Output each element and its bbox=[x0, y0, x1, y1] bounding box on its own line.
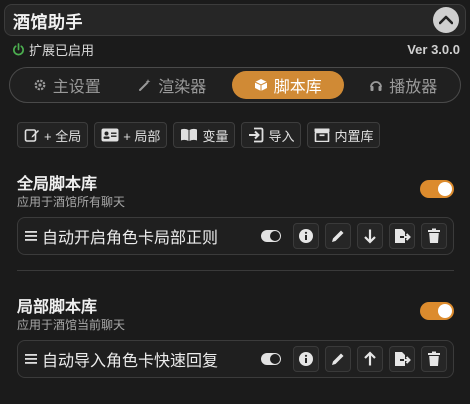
script-info-button[interactable] bbox=[293, 223, 319, 249]
cube-icon bbox=[254, 79, 267, 91]
id-card-icon bbox=[101, 128, 119, 142]
tab-bar: 主设置 渲染器 脚本库 播放器 bbox=[9, 67, 461, 103]
global-section-title: 全局脚本库 bbox=[17, 176, 98, 193]
script-move-up-button[interactable] bbox=[357, 346, 383, 372]
info-icon bbox=[299, 352, 313, 366]
script-edit-button[interactable] bbox=[325, 346, 351, 372]
script-enable-toggle[interactable] bbox=[261, 353, 281, 365]
script-move-down-button[interactable] bbox=[357, 223, 383, 249]
script-enable-toggle[interactable] bbox=[261, 230, 281, 242]
info-icon bbox=[299, 229, 313, 243]
arrow-up-icon bbox=[364, 351, 376, 366]
version-label: Ver 3.0.0 bbox=[407, 41, 460, 57]
script-edit-button[interactable] bbox=[325, 223, 351, 249]
export-file-icon bbox=[395, 229, 411, 243]
global-library-toggle[interactable] bbox=[420, 180, 454, 198]
script-export-button[interactable] bbox=[389, 346, 415, 372]
headphones-icon bbox=[370, 81, 383, 91]
script-delete-button[interactable] bbox=[421, 346, 447, 372]
variables-button[interactable]: 变量 bbox=[173, 122, 236, 148]
import-button[interactable]: 导入 bbox=[241, 122, 302, 148]
script-toolbar: + 全局 + 局部 变量 导入 内置库 bbox=[17, 122, 381, 148]
status-row: 扩展已启用 Ver 3.0.0 bbox=[12, 40, 460, 58]
book-icon bbox=[181, 128, 198, 141]
local-library-toggle[interactable] bbox=[420, 302, 454, 320]
local-section-title: 局部脚本库 bbox=[17, 299, 98, 316]
extension-header: 酒馆助手 bbox=[4, 4, 466, 36]
tab-main-settings[interactable]: 主设置 bbox=[21, 71, 113, 99]
pencil-icon bbox=[332, 353, 344, 365]
global-script-row: 自动开启角色卡局部正则 bbox=[17, 217, 454, 255]
tab-player[interactable]: 播放器 bbox=[357, 71, 449, 99]
tab-script-library[interactable]: 脚本库 bbox=[231, 71, 344, 99]
gear-icon bbox=[34, 79, 46, 91]
script-info-button[interactable] bbox=[293, 346, 319, 372]
script-delete-button[interactable] bbox=[421, 223, 447, 249]
add-global-script-button[interactable]: + 全局 bbox=[17, 122, 89, 148]
arrow-down-icon bbox=[364, 229, 376, 244]
export-file-icon bbox=[395, 352, 411, 366]
import-icon bbox=[249, 127, 264, 143]
chevron-up-icon bbox=[439, 15, 453, 25]
section-divider bbox=[17, 270, 454, 271]
edit-square-icon bbox=[24, 129, 39, 142]
extension-title: 酒馆助手 bbox=[13, 12, 83, 32]
pencil-icon bbox=[332, 230, 344, 242]
trash-icon bbox=[428, 351, 440, 366]
tab-renderer[interactable]: 渲染器 bbox=[126, 71, 218, 99]
builtin-library-button[interactable]: 内置库 bbox=[307, 122, 381, 148]
status-text: 扩展已启用 bbox=[29, 42, 95, 58]
collapse-button[interactable] bbox=[433, 7, 459, 33]
script-export-button[interactable] bbox=[389, 223, 415, 249]
global-section-subtitle: 应用于酒馆所有聊天 bbox=[17, 195, 126, 209]
script-name: 自动导入角色卡快速回复 bbox=[42, 353, 219, 370]
add-local-script-button[interactable]: + 局部 bbox=[94, 122, 168, 148]
trash-icon bbox=[428, 228, 440, 243]
magic-wand-icon bbox=[139, 79, 151, 91]
local-script-row: 自动导入角色卡快速回复 bbox=[17, 340, 454, 378]
archive-box-icon bbox=[314, 128, 330, 142]
script-name: 自动开启角色卡局部正则 bbox=[42, 230, 219, 247]
drag-handle-icon[interactable] bbox=[24, 353, 42, 365]
local-section-subtitle: 应用于酒馆当前聊天 bbox=[17, 318, 126, 332]
power-icon bbox=[13, 42, 24, 55]
drag-handle-icon[interactable] bbox=[24, 230, 42, 242]
